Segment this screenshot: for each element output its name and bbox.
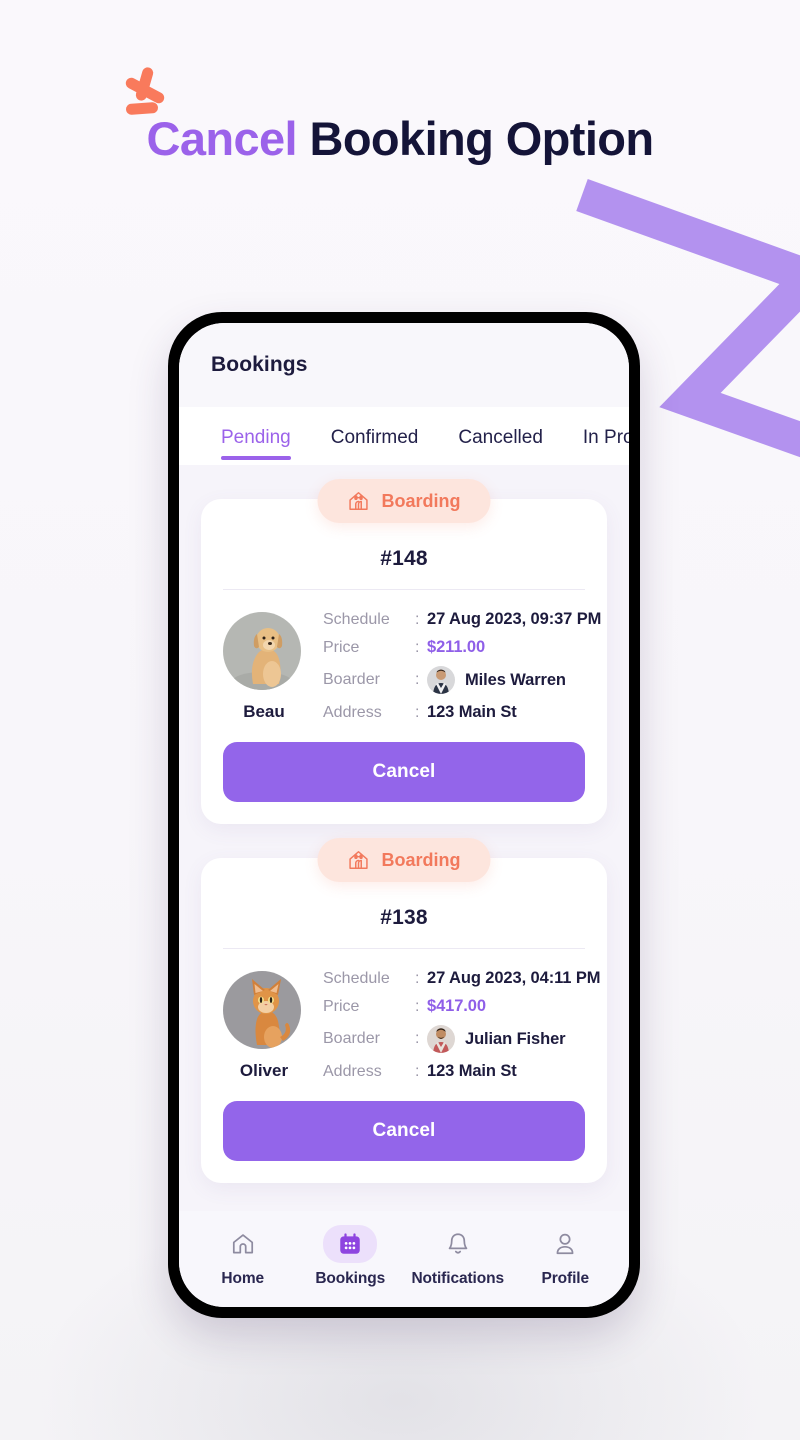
detail-value-schedule: 27 Aug 2023, 04:11 PM	[427, 969, 601, 987]
nav-label-bookings: Bookings	[315, 1269, 386, 1287]
app-header-title: Bookings	[211, 353, 308, 376]
detail-value-address: 123 Main St	[427, 1062, 517, 1080]
detail-colon: :	[415, 671, 420, 688]
service-type-badge: Boarding	[317, 479, 491, 523]
nav-item-profile[interactable]: Profile	[512, 1225, 620, 1288]
detail-label-address: Address	[323, 703, 382, 721]
tab-in-progress[interactable]: In Progress	[563, 423, 629, 465]
pet-avatar	[223, 612, 301, 690]
nav-icon-box-bookings	[323, 1224, 378, 1263]
nav-label-home: Home	[221, 1269, 265, 1287]
home-icon	[232, 1233, 253, 1254]
tab-cancelled[interactable]: Cancelled	[438, 423, 563, 465]
boarder-name: Miles Warren	[465, 670, 566, 689]
dog-photo	[223, 612, 301, 690]
detail-colon: :	[415, 610, 420, 628]
booking-card[interactable]: Boarding #148 Beau Schedule: 27 Aug 202…	[201, 479, 607, 824]
dog-house-icon	[349, 492, 368, 510]
detail-label-schedule: Schedule	[323, 610, 390, 628]
service-type-label: Boarding	[381, 849, 461, 870]
service-type-badge: Boarding	[317, 838, 491, 882]
detail-label-address: Address	[323, 1062, 382, 1080]
detail-label-price: Price	[323, 997, 360, 1015]
nav-item-notifications[interactable]: Notifications	[404, 1225, 512, 1288]
person-icon	[556, 1233, 574, 1254]
nav-item-home[interactable]: Home	[189, 1225, 297, 1288]
tab-in-progress-label: In Progress	[582, 427, 629, 448]
page-title-accent: Cancel	[146, 112, 298, 165]
card-divider	[223, 948, 585, 949]
boarder-name: Julian Fisher	[465, 1029, 566, 1048]
cancel-booking-button[interactable]: Cancel	[223, 742, 585, 802]
boarder-photo	[427, 666, 455, 694]
detail-value-boarder: Julian Fisher	[427, 1025, 600, 1053]
bottom-navigation: Home Bookings Notifications Profile	[179, 1211, 629, 1307]
pet-column: Oliver	[223, 967, 305, 1081]
booking-order-number: #138	[380, 906, 428, 929]
detail-colon: :	[415, 1030, 420, 1047]
detail-value-schedule: 27 Aug 2023, 09:37 PM	[427, 610, 602, 628]
tabs-container: Pending Confirmed Cancelled In Progress	[179, 407, 629, 465]
detail-label-price: Price	[323, 638, 360, 656]
pet-column: Beau	[223, 608, 305, 722]
detail-colon: :	[415, 703, 420, 721]
nav-icon-box-home	[216, 1225, 270, 1263]
detail-colon: :	[415, 1062, 420, 1080]
page-title-rest: Booking Option	[297, 112, 654, 165]
nav-label-notifications: Notifications	[411, 1269, 505, 1287]
card-divider	[223, 589, 585, 590]
detail-label-schedule: Schedule	[323, 969, 390, 987]
nav-item-bookings[interactable]: Bookings	[297, 1224, 405, 1288]
detail-label-boarder: Boarder	[323, 1030, 380, 1047]
booking-card[interactable]: Boarding #138 Oliver Schedule: 27 Aug 2…	[201, 838, 607, 1183]
calendar-icon	[340, 1232, 360, 1254]
pet-name: Oliver	[239, 1061, 289, 1080]
tab-active-underline	[221, 456, 291, 460]
detail-colon: :	[415, 638, 420, 656]
tab-pending-label: Pending	[221, 427, 291, 448]
booking-details-table: Schedule : 27 Aug 2023, 09:37 PM Price :…	[323, 608, 601, 722]
tab-confirmed[interactable]: Confirmed	[311, 423, 439, 465]
booking-card-body: Oliver Schedule : 27 Aug 2023, 04:11 PM …	[223, 967, 600, 1081]
bell-icon	[448, 1232, 468, 1254]
detail-label-boarder: Boarder	[323, 671, 380, 688]
boarder-avatar	[427, 1025, 455, 1053]
booking-card-body: Beau Schedule : 27 Aug 2023, 09:37 PM Pr…	[223, 608, 601, 722]
cat-photo	[223, 971, 301, 1049]
detail-value-address: 123 Main St	[427, 703, 517, 721]
pet-name: Beau	[243, 702, 285, 721]
nav-icon-box-profile	[538, 1225, 592, 1263]
phone-mockup: Bookings Pending Confirmed Cancelled In …	[168, 312, 640, 1318]
tab-confirmed-label: Confirmed	[330, 427, 419, 448]
detail-value-price: $417.00	[427, 997, 486, 1015]
booking-order-number: #148	[380, 547, 428, 570]
tabs-scroller[interactable]: Pending Confirmed Cancelled In Progress	[179, 407, 629, 465]
booking-details-table: Schedule : 27 Aug 2023, 04:11 PM Price :…	[323, 967, 600, 1081]
boarder-photo	[427, 1025, 455, 1053]
nav-label-profile: Profile	[541, 1269, 590, 1287]
phone-screen: Bookings Pending Confirmed Cancelled In …	[179, 323, 629, 1307]
tab-pending[interactable]: Pending	[201, 423, 311, 465]
service-type-label: Boarding	[381, 490, 461, 511]
dog-house-icon	[349, 851, 368, 869]
detail-value-boarder: Miles Warren	[427, 666, 601, 694]
tab-cancelled-label: Cancelled	[458, 427, 543, 448]
detail-colon: :	[415, 969, 420, 987]
cancel-booking-button[interactable]: Cancel	[223, 1101, 585, 1161]
detail-value-price: $211.00	[427, 638, 486, 656]
pet-avatar	[223, 971, 301, 1049]
detail-colon: :	[415, 997, 420, 1015]
boarder-avatar	[427, 666, 455, 694]
bookings-list[interactable]: Boarding #148 Beau Schedule: 27 Aug 202…	[179, 465, 629, 1211]
nav-icon-box-notifications	[431, 1225, 485, 1263]
app-header: Bookings	[179, 323, 629, 407]
page-title: Cancel Booking Option	[0, 104, 800, 173]
